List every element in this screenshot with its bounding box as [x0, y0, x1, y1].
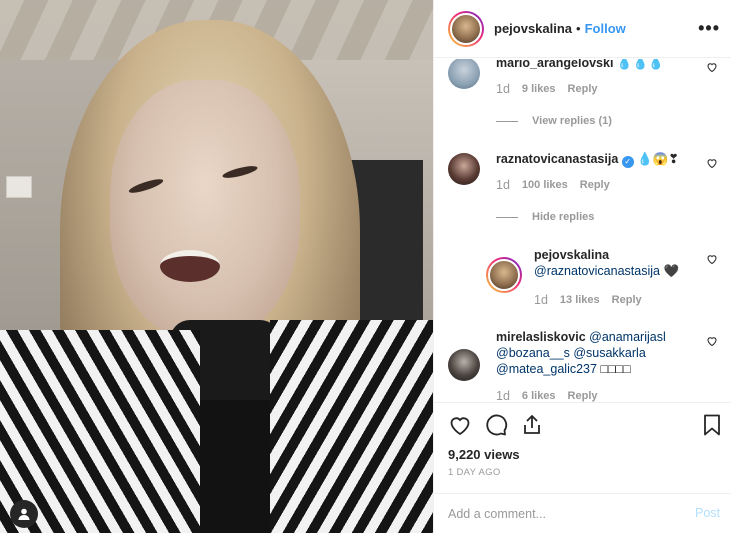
comment-input[interactable]	[448, 504, 668, 524]
comment-time[interactable]: 1d	[496, 178, 510, 192]
comment-mention[interactable]: @bozana__s	[496, 346, 570, 360]
comment-mention[interactable]: @susakkarla	[573, 346, 645, 360]
comment-time[interactable]: 1d	[496, 82, 510, 96]
person-mouth	[160, 250, 220, 282]
comment-icon[interactable]	[484, 413, 508, 437]
heart-icon[interactable]	[448, 413, 472, 437]
comment-mention[interactable]: @raznatovicanastasija	[534, 264, 660, 278]
comment-body: 🖤	[663, 264, 680, 278]
reply-item: pejovskalina @raznatovicanastasija 🖤 1d …	[486, 243, 718, 313]
post-header: pejovskalina • Follow •••	[434, 0, 731, 58]
comment-time[interactable]: 1d	[496, 389, 510, 402]
post-sidebar: pejovskalina • Follow ••• mario_arangelo…	[433, 0, 731, 533]
comment-likes[interactable]: 100 likes	[522, 179, 568, 191]
author-avatar[interactable]	[448, 10, 484, 47]
commenter-avatar[interactable]	[448, 59, 480, 89]
comment-item: raznatovicanastasija ✓ 💧😱❣ 1d 100 likes …	[448, 147, 718, 207]
comment-text: mario_arangelovski 💧💧💧	[496, 59, 692, 71]
hide-replies-label: Hide replies	[532, 211, 595, 223]
view-count[interactable]: 9,220 views	[448, 447, 520, 462]
reply-button[interactable]: Reply	[612, 294, 642, 306]
comment-text: pejovskalina @raznatovicanastasija 🖤	[534, 247, 694, 279]
add-comment-bar: Post	[434, 493, 731, 533]
commenter-avatar[interactable]	[448, 153, 480, 185]
comment-likes[interactable]: 13 likes	[560, 294, 600, 306]
comment-mention[interactable]: @anamarijasl	[589, 330, 666, 344]
comment-like-heart-icon[interactable]	[706, 157, 718, 169]
comment-meta: 1d 13 likes Reply	[534, 293, 642, 307]
post-timestamp[interactable]: 1 DAY AGO	[448, 467, 501, 478]
commenter-avatar[interactable]	[448, 349, 480, 381]
comments-list[interactable]: mario_arangelovski 💧💧💧 1d 9 likes Reply …	[434, 59, 731, 402]
comment-username[interactable]: raznatovicanastasija	[496, 152, 618, 166]
comment-likes[interactable]: 6 likes	[522, 390, 556, 402]
comment-time[interactable]: 1d	[534, 293, 548, 307]
hide-replies-button[interactable]: Hide replies	[496, 211, 594, 223]
comment-text: raznatovicanastasija ✓ 💧😱❣	[496, 151, 692, 168]
comment-item: mirelasliskovic @anamarijasl @bozana__s …	[448, 325, 718, 402]
view-replies-button[interactable]: View replies (1)	[496, 115, 612, 127]
more-horizontal-icon[interactable]: •••	[698, 18, 720, 39]
replies-divider-line	[496, 216, 518, 218]
comment-body: □□□□	[600, 362, 631, 376]
comment-like-heart-icon[interactable]	[706, 335, 718, 347]
commenter-avatar[interactable]	[486, 257, 522, 293]
person-face	[110, 80, 300, 340]
verified-badge-icon: ✓	[621, 156, 634, 168]
view-replies-label: View replies (1)	[532, 115, 612, 127]
comment-username[interactable]: mario_arangelovski	[496, 59, 613, 70]
user-tag-icon[interactable]	[10, 500, 38, 528]
comment-meta: 1d 9 likes Reply	[496, 82, 598, 96]
share-icon[interactable]	[520, 413, 544, 437]
comment-like-heart-icon[interactable]	[706, 61, 718, 73]
comment-text: mirelasliskovic @anamarijasl @bozana__s …	[496, 329, 692, 377]
bookmark-icon[interactable]	[700, 413, 724, 437]
post-comment-button[interactable]: Post	[695, 506, 720, 520]
comment-username[interactable]: mirelasliskovic	[496, 330, 586, 344]
reply-button[interactable]: Reply	[568, 83, 598, 95]
follow-button[interactable]: Follow	[585, 21, 626, 36]
light-switch	[6, 176, 32, 198]
comment-username[interactable]: pejovskalina	[534, 248, 609, 262]
author-username[interactable]: pejovskalina	[494, 21, 572, 36]
comment-meta: 1d 6 likes Reply	[496, 389, 598, 402]
reply-button[interactable]: Reply	[568, 390, 598, 402]
comment-meta: 1d 100 likes Reply	[496, 178, 610, 192]
header-separator: •	[576, 21, 581, 36]
post-video[interactable]	[0, 0, 433, 533]
striped-jacket-right	[270, 320, 433, 533]
comment-like-heart-icon[interactable]	[706, 253, 718, 265]
comment-body: 💧💧💧	[616, 59, 664, 70]
comment-body: 💧😱❣	[637, 152, 679, 166]
comment-mention[interactable]: @matea_galic237	[496, 362, 597, 376]
replies-divider-line	[496, 120, 518, 122]
comment-likes[interactable]: 9 likes	[522, 83, 556, 95]
reply-button[interactable]: Reply	[580, 179, 610, 191]
